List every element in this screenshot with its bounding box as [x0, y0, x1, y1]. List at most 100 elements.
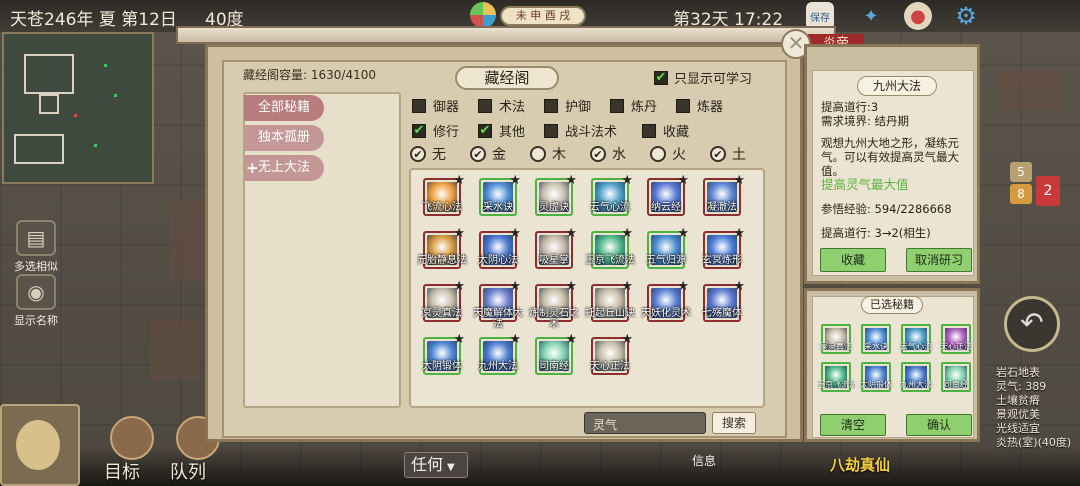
- filter-checkbox[interactable]: [544, 123, 558, 138]
- selected-skill-item[interactable]: 玉京飞流法: [817, 362, 855, 392]
- sect-emblem-icon[interactable]: ✦: [857, 2, 885, 30]
- back-button[interactable]: ↶: [1004, 296, 1060, 352]
- show-names-button[interactable]: ◉ 显示名称: [6, 274, 66, 328]
- filter-item[interactable]: 收藏: [642, 121, 708, 140]
- target-button[interactable]: 目标: [104, 416, 154, 484]
- skill-item[interactable]: ★ 冥灵真法: [422, 279, 465, 322]
- star-icon: ★: [509, 332, 521, 347]
- star-icon: ★: [453, 226, 465, 241]
- skill-item[interactable]: ★ 灵虚诀: [535, 173, 577, 216]
- filter-item[interactable]: 战斗法术: [544, 121, 642, 140]
- skill-item[interactable]: ★ 凝澈法: [703, 173, 745, 216]
- filter-checkbox[interactable]: [676, 98, 690, 113]
- element-label: 金: [492, 147, 506, 163]
- element-checkbox[interactable]: ✔: [590, 146, 606, 162]
- element-checkbox[interactable]: ✔: [710, 146, 726, 162]
- skill-item[interactable]: ★ 炼制灵石之术: [529, 279, 579, 330]
- element-checkbox[interactable]: ✔: [410, 146, 426, 162]
- palette-icon[interactable]: ●: [904, 2, 932, 30]
- skill-item[interactable]: ★ 玄冥炼形: [702, 226, 745, 269]
- filter-checkbox[interactable]: [642, 123, 656, 138]
- skill-item[interactable]: ★ 五气归源: [646, 226, 689, 269]
- date-label: 天苍246年 夏 第12日: [10, 10, 177, 30]
- element-item[interactable]: ✔ 水: [590, 144, 650, 164]
- season-wheel-icon[interactable]: [470, 2, 496, 28]
- filter-item[interactable]: 炼丹: [610, 96, 676, 115]
- info-label[interactable]: 信息: [692, 452, 716, 469]
- selected-skill-item[interactable]: 冥灵真法: [820, 324, 852, 354]
- skill-item[interactable]: ★ 纳云经: [647, 173, 689, 216]
- filter-item[interactable]: 护御: [544, 96, 610, 115]
- category-tab-unique[interactable]: 独本孤册: [244, 125, 324, 151]
- skill-item[interactable]: ★ 托起丘山诀: [585, 279, 635, 322]
- tile-info-line: 光线适宜: [996, 422, 1040, 435]
- skill-item[interactable]: ★ 云气心流: [590, 173, 633, 216]
- clear-button[interactable]: 清空: [820, 414, 886, 436]
- skill-item[interactable]: ★ 七殇魔体: [702, 279, 745, 322]
- tile-info-line: 灵气: 389: [996, 380, 1047, 393]
- expand-plus-icon[interactable]: +: [246, 159, 259, 177]
- skill-item[interactable]: ★ 吸星掌: [535, 226, 577, 269]
- any-dropdown[interactable]: 任何 ▼: [404, 452, 468, 478]
- element-item[interactable]: ✔ 无: [410, 144, 470, 164]
- selected-skill-item[interactable]: 天心正法: [940, 324, 972, 354]
- skill-item[interactable]: ★ 天心正法: [590, 332, 633, 375]
- selected-skill-item[interactable]: 采水诀: [861, 324, 891, 354]
- skill-item[interactable]: ★ 天妖化灵术: [641, 279, 691, 322]
- skill-item[interactable]: ★ 采水诀: [479, 173, 521, 216]
- element-checkbox[interactable]: ✔: [470, 146, 486, 162]
- selected-skill-item[interactable]: 司南经: [941, 362, 971, 392]
- filter-item[interactable]: ✔ 修行: [412, 121, 478, 140]
- element-item[interactable]: 木: [530, 144, 590, 164]
- selected-skill-label: 采水诀: [864, 342, 888, 351]
- filter-item[interactable]: 御器: [412, 96, 478, 115]
- filter-checkbox[interactable]: [544, 98, 558, 113]
- target-icon: [110, 416, 154, 460]
- search-button[interactable]: 搜索: [712, 412, 756, 434]
- element-label: 水: [612, 147, 626, 163]
- gourd-item-slot[interactable]: [0, 404, 80, 486]
- filter-item[interactable]: ✔ 其他: [478, 121, 544, 140]
- selected-skill-label: 玉京飞流法: [817, 380, 855, 389]
- star-icon: ★: [621, 226, 633, 241]
- element-checkbox[interactable]: [530, 146, 546, 162]
- filter-item[interactable]: 术法: [478, 96, 544, 115]
- skill-item[interactable]: ★ 九州大法: [478, 332, 521, 375]
- search-input[interactable]: 灵气: [584, 412, 706, 434]
- skill-item[interactable]: ★ 玉京飞流法: [585, 226, 635, 269]
- multi-select-button[interactable]: ▤ 多选相似: [6, 220, 66, 274]
- element-item[interactable]: ✔ 金: [470, 144, 530, 164]
- filter-checkbox[interactable]: [478, 98, 492, 113]
- selected-skill-item[interactable]: 太阴锻体: [860, 362, 892, 392]
- skill-item[interactable]: ★ 天魔解体大法: [473, 279, 523, 330]
- category-tab-all[interactable]: 全部秘籍: [244, 95, 324, 121]
- skill-item[interactable]: ★ 太阴心法: [478, 226, 521, 269]
- gear-icon[interactable]: ⚙: [952, 2, 980, 30]
- element-item[interactable]: ✔ 土: [710, 144, 770, 164]
- element-item[interactable]: 火: [650, 144, 710, 164]
- skill-item[interactable]: ★ 飞流心法: [422, 173, 465, 216]
- skill-item[interactable]: ★ 太阴锻体: [422, 332, 465, 375]
- filter-checkbox[interactable]: ✔: [412, 123, 426, 138]
- element-checkbox[interactable]: [650, 146, 666, 162]
- filter-checkbox[interactable]: [610, 98, 624, 113]
- minimap[interactable]: [2, 32, 154, 184]
- filter-checkbox[interactable]: [412, 98, 426, 113]
- skill-item[interactable]: ★ 司南经: [535, 332, 577, 375]
- multi-select-icon: ▤: [16, 220, 56, 256]
- star-icon: ★: [509, 226, 521, 241]
- selected-skill-item[interactable]: 九州大法: [900, 362, 932, 392]
- filter-item[interactable]: 炼器: [676, 96, 742, 115]
- only-learnable-checkbox[interactable]: ✔: [654, 70, 668, 85]
- selected-skill-label: 天心正法: [940, 342, 972, 351]
- skill-item[interactable]: ★ 元胎静息法: [417, 226, 467, 269]
- only-learnable-toggle[interactable]: ✔ 只显示可学习: [654, 68, 752, 87]
- skill-label: 太阴锻体: [422, 361, 462, 372]
- show-names-label: 显示名称: [14, 314, 58, 327]
- queue-button[interactable]: 队列: [170, 416, 220, 484]
- selected-skill-item[interactable]: 云气心流: [900, 324, 932, 354]
- filter-checkbox[interactable]: ✔: [478, 123, 492, 138]
- confirm-button[interactable]: 确认: [906, 414, 972, 436]
- cancel-study-button[interactable]: 取消研习: [906, 248, 972, 272]
- favorite-button[interactable]: 收藏: [820, 248, 886, 272]
